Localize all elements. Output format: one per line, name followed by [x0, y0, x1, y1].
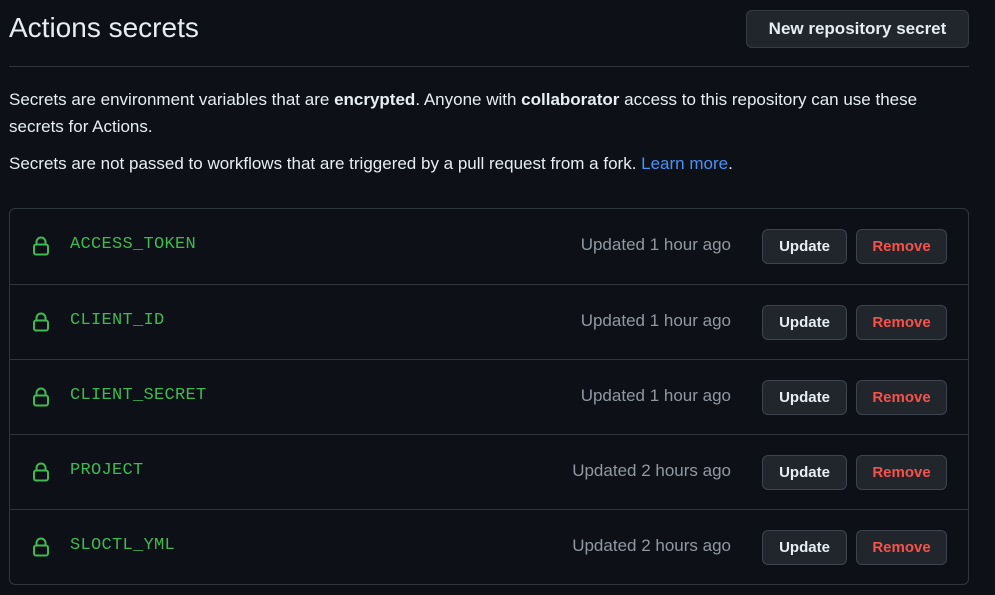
secret-name: CLIENT_ID	[70, 311, 165, 330]
remove-button[interactable]: Remove	[856, 380, 947, 415]
secret-updated: Updated 1 hour ago	[580, 235, 731, 254]
description-text: Secrets are environment variables that a…	[9, 90, 335, 109]
lock-icon	[33, 462, 49, 482]
secret-name: PROJECT	[70, 461, 144, 480]
learn-more-link[interactable]: Learn more	[641, 154, 728, 173]
description-encrypted: encrypted	[334, 90, 416, 109]
remove-button[interactable]: Remove	[856, 229, 947, 264]
secret-row: SLOCTL_YML Updated 2 hours ago Update Re…	[10, 509, 968, 584]
fork-note: Secrets are not passed to workflows that…	[9, 150, 969, 177]
update-button[interactable]: Update	[762, 229, 847, 264]
secret-updated: Updated 1 hour ago	[580, 311, 731, 330]
lock-icon	[33, 537, 49, 557]
secret-updated: Updated 2 hours ago	[572, 461, 731, 480]
page-title: Actions secrets	[9, 12, 199, 43]
update-button[interactable]: Update	[762, 380, 847, 415]
secrets-description: Secrets are environment variables that a…	[9, 86, 969, 140]
fork-note-text: Secrets are not passed to workflows that…	[9, 154, 642, 173]
secret-name: ACCESS_TOKEN	[70, 235, 197, 254]
secret-row: CLIENT_SECRET Updated 1 hour ago Update …	[10, 359, 968, 434]
fork-note-period: .	[728, 154, 733, 173]
secret-updated: Updated 2 hours ago	[572, 536, 731, 555]
secret-row: ACCESS_TOKEN Updated 1 hour ago Update R…	[10, 209, 968, 284]
secret-row: PROJECT Updated 2 hours ago Update Remov…	[10, 434, 968, 509]
update-button[interactable]: Update	[762, 455, 847, 490]
secrets-list: ACCESS_TOKEN Updated 1 hour ago Update R…	[9, 208, 969, 585]
remove-button[interactable]: Remove	[856, 530, 947, 565]
secret-updated: Updated 1 hour ago	[580, 386, 731, 405]
description-text: . Anyone with	[415, 90, 522, 109]
page: Actions secrets New repository secret Se…	[0, 0, 995, 595]
description-collaborator: collaborator	[521, 90, 620, 109]
lock-icon	[33, 312, 49, 332]
update-button[interactable]: Update	[762, 530, 847, 565]
secret-name: CLIENT_SECRET	[70, 386, 207, 405]
lock-icon	[33, 387, 49, 407]
secret-row: CLIENT_ID Updated 1 hour ago Update Remo…	[10, 284, 968, 359]
secret-name: SLOCTL_YML	[70, 536, 176, 555]
update-button[interactable]: Update	[762, 305, 847, 340]
remove-button[interactable]: Remove	[856, 305, 947, 340]
remove-button[interactable]: Remove	[856, 455, 947, 490]
page-header: Actions secrets New repository secret	[9, 0, 969, 67]
new-repository-secret-button[interactable]: New repository secret	[746, 10, 969, 48]
lock-icon	[33, 236, 49, 256]
